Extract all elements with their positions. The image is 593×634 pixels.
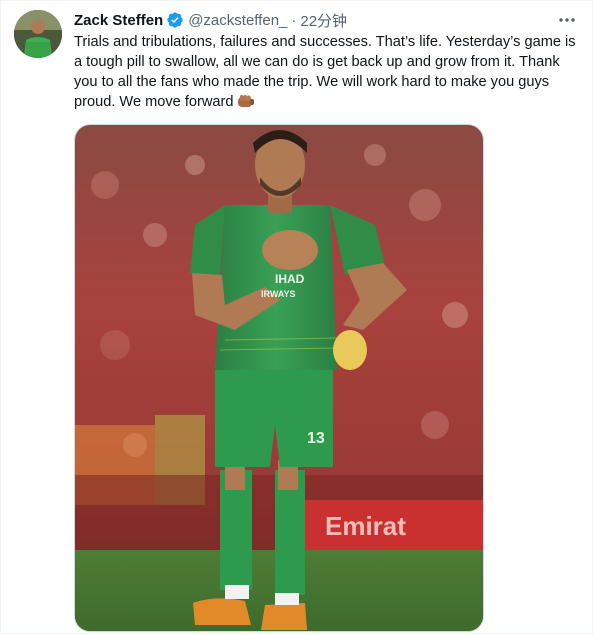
ad-board-text: Emirat bbox=[325, 511, 406, 541]
shirt-sponsor: IHAD bbox=[275, 272, 305, 286]
author-name[interactable]: Zack Steffen bbox=[74, 12, 163, 29]
tweet-card[interactable]: Zack Steffen @zacksteffen_ · 22分钟 Trials… bbox=[0, 0, 593, 634]
fist-emoji-icon bbox=[237, 93, 255, 109]
header-separator: · bbox=[291, 11, 297, 29]
more-options-icon[interactable] bbox=[556, 10, 578, 30]
tweet-timestamp[interactable]: 22分钟 bbox=[300, 10, 347, 31]
avatar-image bbox=[14, 10, 62, 58]
tweet-header: Zack Steffen @zacksteffen_ · 22分钟 bbox=[74, 10, 347, 30]
shorts-number: 13 bbox=[307, 430, 325, 447]
author-handle[interactable]: @zacksteffen_ bbox=[188, 12, 287, 29]
tweet-text: Trials and tribulations, failures and su… bbox=[74, 32, 584, 112]
tweet-body: Trials and tribulations, failures and su… bbox=[74, 34, 576, 110]
author-avatar[interactable] bbox=[14, 10, 62, 58]
photo-scene: Emirat 13 IHAD IRWAYS bbox=[75, 125, 483, 631]
verified-badge-icon bbox=[166, 11, 184, 29]
shirt-sponsor-line2: IRWAYS bbox=[261, 289, 296, 299]
tweet-photo[interactable]: Emirat 13 IHAD IRWAYS bbox=[74, 124, 484, 632]
